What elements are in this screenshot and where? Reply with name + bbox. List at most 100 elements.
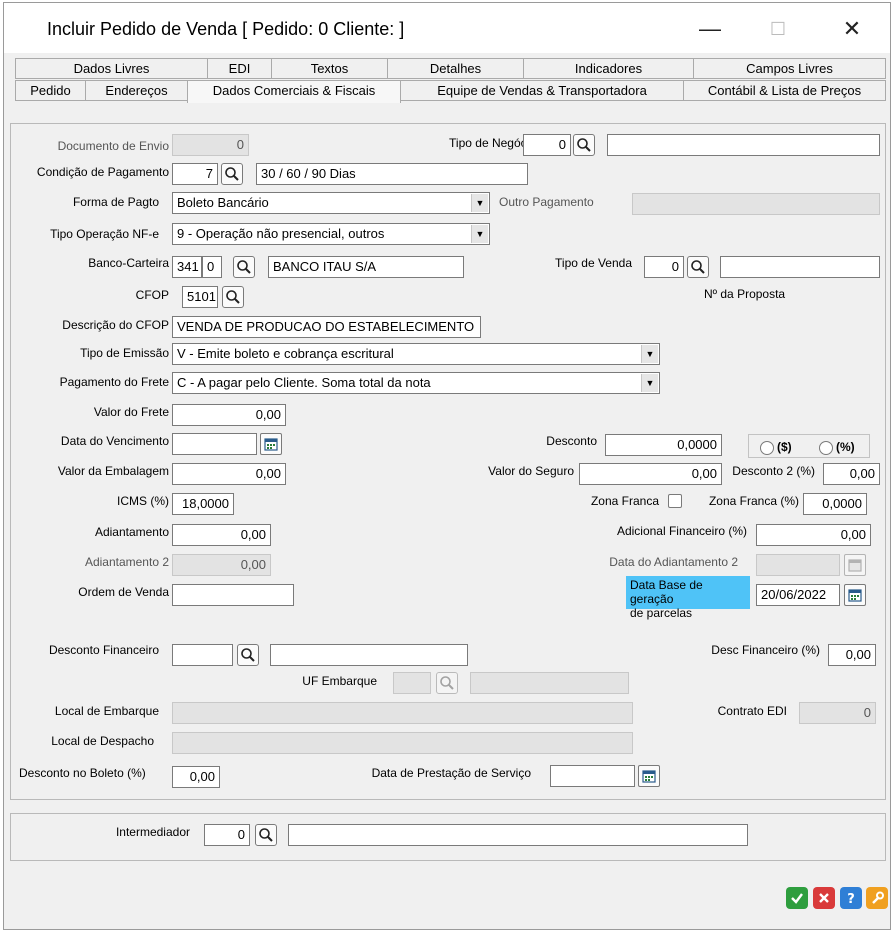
label-cfop: CFOP bbox=[135, 288, 169, 302]
tipo-negocio-search-button[interactable] bbox=[573, 134, 595, 156]
valor-frete-field[interactable]: 0,00 bbox=[172, 404, 286, 426]
help-button[interactable]: ? bbox=[840, 887, 862, 909]
data-vencimento-field[interactable] bbox=[172, 433, 257, 455]
title-bar: Incluir Pedido de Venda [ Pedido: 0 Clie… bbox=[4, 3, 890, 53]
desconto-valor-radio[interactable] bbox=[760, 441, 774, 455]
desconto-financeiro-field[interactable] bbox=[172, 644, 233, 666]
minimize-button[interactable]: — bbox=[687, 11, 733, 47]
label-valor-seguro: Valor do Seguro bbox=[488, 464, 574, 478]
outro-pagamento-field bbox=[632, 193, 880, 215]
condicao-pagamento-desc-field[interactable]: 30 / 60 / 90 Dias bbox=[256, 163, 528, 185]
dialog-window: Incluir Pedido de Venda [ Pedido: 0 Clie… bbox=[3, 2, 891, 930]
data-prestacao-calendar-button[interactable] bbox=[638, 765, 660, 787]
chevron-down-icon: ▼ bbox=[641, 374, 658, 392]
tab-enderecos[interactable]: Endereços bbox=[85, 80, 188, 101]
adiantamento-field[interactable]: 0,00 bbox=[172, 524, 271, 546]
label-documento-envio: Documento de Envio bbox=[57, 139, 169, 153]
data-vencimento-calendar-button[interactable] bbox=[260, 433, 282, 455]
banco-search-button[interactable] bbox=[233, 256, 255, 278]
tab-textos[interactable]: Textos bbox=[271, 58, 388, 79]
tab-contabil[interactable]: Contábil & Lista de Preços bbox=[683, 80, 886, 101]
desconto-financeiro-search-button[interactable] bbox=[237, 644, 259, 666]
carteira-field[interactable]: 0 bbox=[202, 256, 222, 278]
data-base-calendar-button[interactable] bbox=[844, 584, 866, 606]
adiantamento2-field: 0,00 bbox=[172, 554, 271, 576]
ordem-venda-field[interactable] bbox=[172, 584, 294, 606]
tipo-operacao-value: 9 - Operação não presencial, outros bbox=[177, 226, 385, 241]
label-forma-pagto: Forma de Pagto bbox=[72, 195, 159, 209]
tipo-operacao-select[interactable]: 9 - Operação não presencial, outros ▼ bbox=[172, 223, 490, 245]
label-local-embarque: Local de Embarque bbox=[54, 704, 159, 718]
data-adiantamento2-calendar-button bbox=[844, 554, 866, 576]
intermediador-desc-field[interactable] bbox=[288, 824, 748, 846]
forma-pagto-select[interactable]: Boleto Bancário ▼ bbox=[172, 192, 490, 214]
adicional-financeiro-field[interactable]: 0,00 bbox=[756, 524, 871, 546]
banco-desc-field[interactable]: BANCO ITAU S/A bbox=[268, 256, 464, 278]
tab-equipe-vendas[interactable]: Equipe de Vendas & Transportadora bbox=[400, 80, 684, 101]
label-data-base: Data Base de geração de parcelas bbox=[626, 576, 750, 620]
cfop-search-button[interactable] bbox=[222, 286, 244, 308]
search-icon bbox=[691, 260, 705, 274]
label-zona-franca: Zona Franca bbox=[590, 494, 659, 508]
label-tipo-venda: Tipo de Venda bbox=[555, 256, 632, 270]
tab-campos-livres[interactable]: Campos Livres bbox=[693, 58, 886, 79]
desconto-valor-radio-label: ($) bbox=[777, 440, 792, 454]
valor-seguro-field[interactable]: 0,00 bbox=[579, 463, 722, 485]
condicao-pagamento-search-button[interactable] bbox=[221, 163, 243, 185]
desconto-percent-radio[interactable] bbox=[819, 441, 833, 455]
label-descricao-cfop: Descrição do CFOP bbox=[62, 318, 169, 332]
tipo-venda-desc-field[interactable] bbox=[720, 256, 880, 278]
intermediador-field[interactable]: 0 bbox=[204, 824, 250, 846]
intermediador-search-button[interactable] bbox=[255, 824, 277, 846]
tipo-venda-search-button[interactable] bbox=[687, 256, 709, 278]
cfop-field[interactable]: 5101 bbox=[182, 286, 218, 308]
descricao-cfop-field[interactable]: VENDA DE PRODUCAO DO ESTABELECIMENTO bbox=[172, 316, 481, 338]
local-embarque-field bbox=[172, 702, 633, 724]
label-pagamento-frete: Pagamento do Frete bbox=[59, 375, 169, 389]
label-data-prestacao: Data de Prestação de Serviço bbox=[371, 766, 531, 780]
desconto-field[interactable]: 0,0000 bbox=[605, 434, 722, 456]
desconto2-field[interactable]: 0,00 bbox=[823, 463, 880, 485]
window-title: Incluir Pedido de Venda [ Pedido: 0 Clie… bbox=[47, 19, 405, 39]
data-base-field[interactable]: 20/06/2022 bbox=[756, 584, 840, 606]
wrench-icon bbox=[872, 891, 884, 904]
tab-indicadores[interactable]: Indicadores bbox=[523, 58, 694, 79]
desc-financeiro-pct-field[interactable]: 0,00 bbox=[828, 644, 876, 666]
zona-franca-checkbox[interactable] bbox=[668, 494, 682, 508]
search-icon bbox=[237, 260, 251, 274]
label-adiantamento: Adiantamento bbox=[94, 525, 169, 539]
desconto-boleto-field[interactable]: 0,00 bbox=[172, 766, 220, 788]
condicao-pagamento-field[interactable]: 7 bbox=[172, 163, 218, 185]
cancel-button[interactable] bbox=[813, 887, 835, 909]
tab-dados-livres[interactable]: Dados Livres bbox=[15, 58, 208, 79]
desconto-financeiro-desc-field[interactable] bbox=[270, 644, 468, 666]
valor-embalagem-field[interactable]: 0,00 bbox=[172, 463, 286, 485]
tipo-emissao-select[interactable]: V - Emite boleto e cobrança escritural ▼ bbox=[172, 343, 660, 365]
pagamento-frete-select[interactable]: C - A pagar pelo Cliente. Soma total da … bbox=[172, 372, 660, 394]
maximize-button[interactable]: ☐ bbox=[755, 11, 801, 47]
tipo-venda-field[interactable]: 0 bbox=[644, 256, 684, 278]
tools-button[interactable] bbox=[866, 887, 888, 909]
tipo-negocio-desc-field[interactable] bbox=[607, 134, 880, 156]
icms-field[interactable]: 18,0000 bbox=[172, 493, 234, 515]
label-valor-embalagem: Valor da Embalagem bbox=[57, 464, 169, 478]
tipo-negocio-field[interactable]: 0 bbox=[523, 134, 571, 156]
local-despacho-field bbox=[172, 732, 633, 754]
tab-edi[interactable]: EDI bbox=[207, 58, 272, 79]
documento-envio-field: 0 bbox=[172, 134, 249, 156]
label-desconto2: Desconto 2 (%) bbox=[732, 464, 815, 478]
data-prestacao-field[interactable] bbox=[550, 765, 635, 787]
tab-dados-comerciais[interactable]: Dados Comerciais & Fiscais bbox=[187, 80, 401, 103]
chevron-down-icon: ▼ bbox=[641, 345, 658, 363]
label-data-vencimento: Data do Vencimento bbox=[60, 434, 169, 448]
label-local-despacho: Local de Despacho bbox=[51, 734, 154, 748]
tab-detalhes[interactable]: Detalhes bbox=[387, 58, 524, 79]
search-icon bbox=[440, 676, 454, 690]
label-outro-pagamento: Outro Pagamento bbox=[499, 195, 594, 209]
zona-franca-pct-field[interactable]: 0,0000 bbox=[803, 493, 867, 515]
uf-embarque-desc-field bbox=[470, 672, 629, 694]
close-button[interactable]: ✕ bbox=[829, 11, 875, 47]
banco-field[interactable]: 341 bbox=[172, 256, 202, 278]
tab-pedido[interactable]: Pedido bbox=[15, 80, 86, 101]
ok-button[interactable] bbox=[786, 887, 808, 909]
